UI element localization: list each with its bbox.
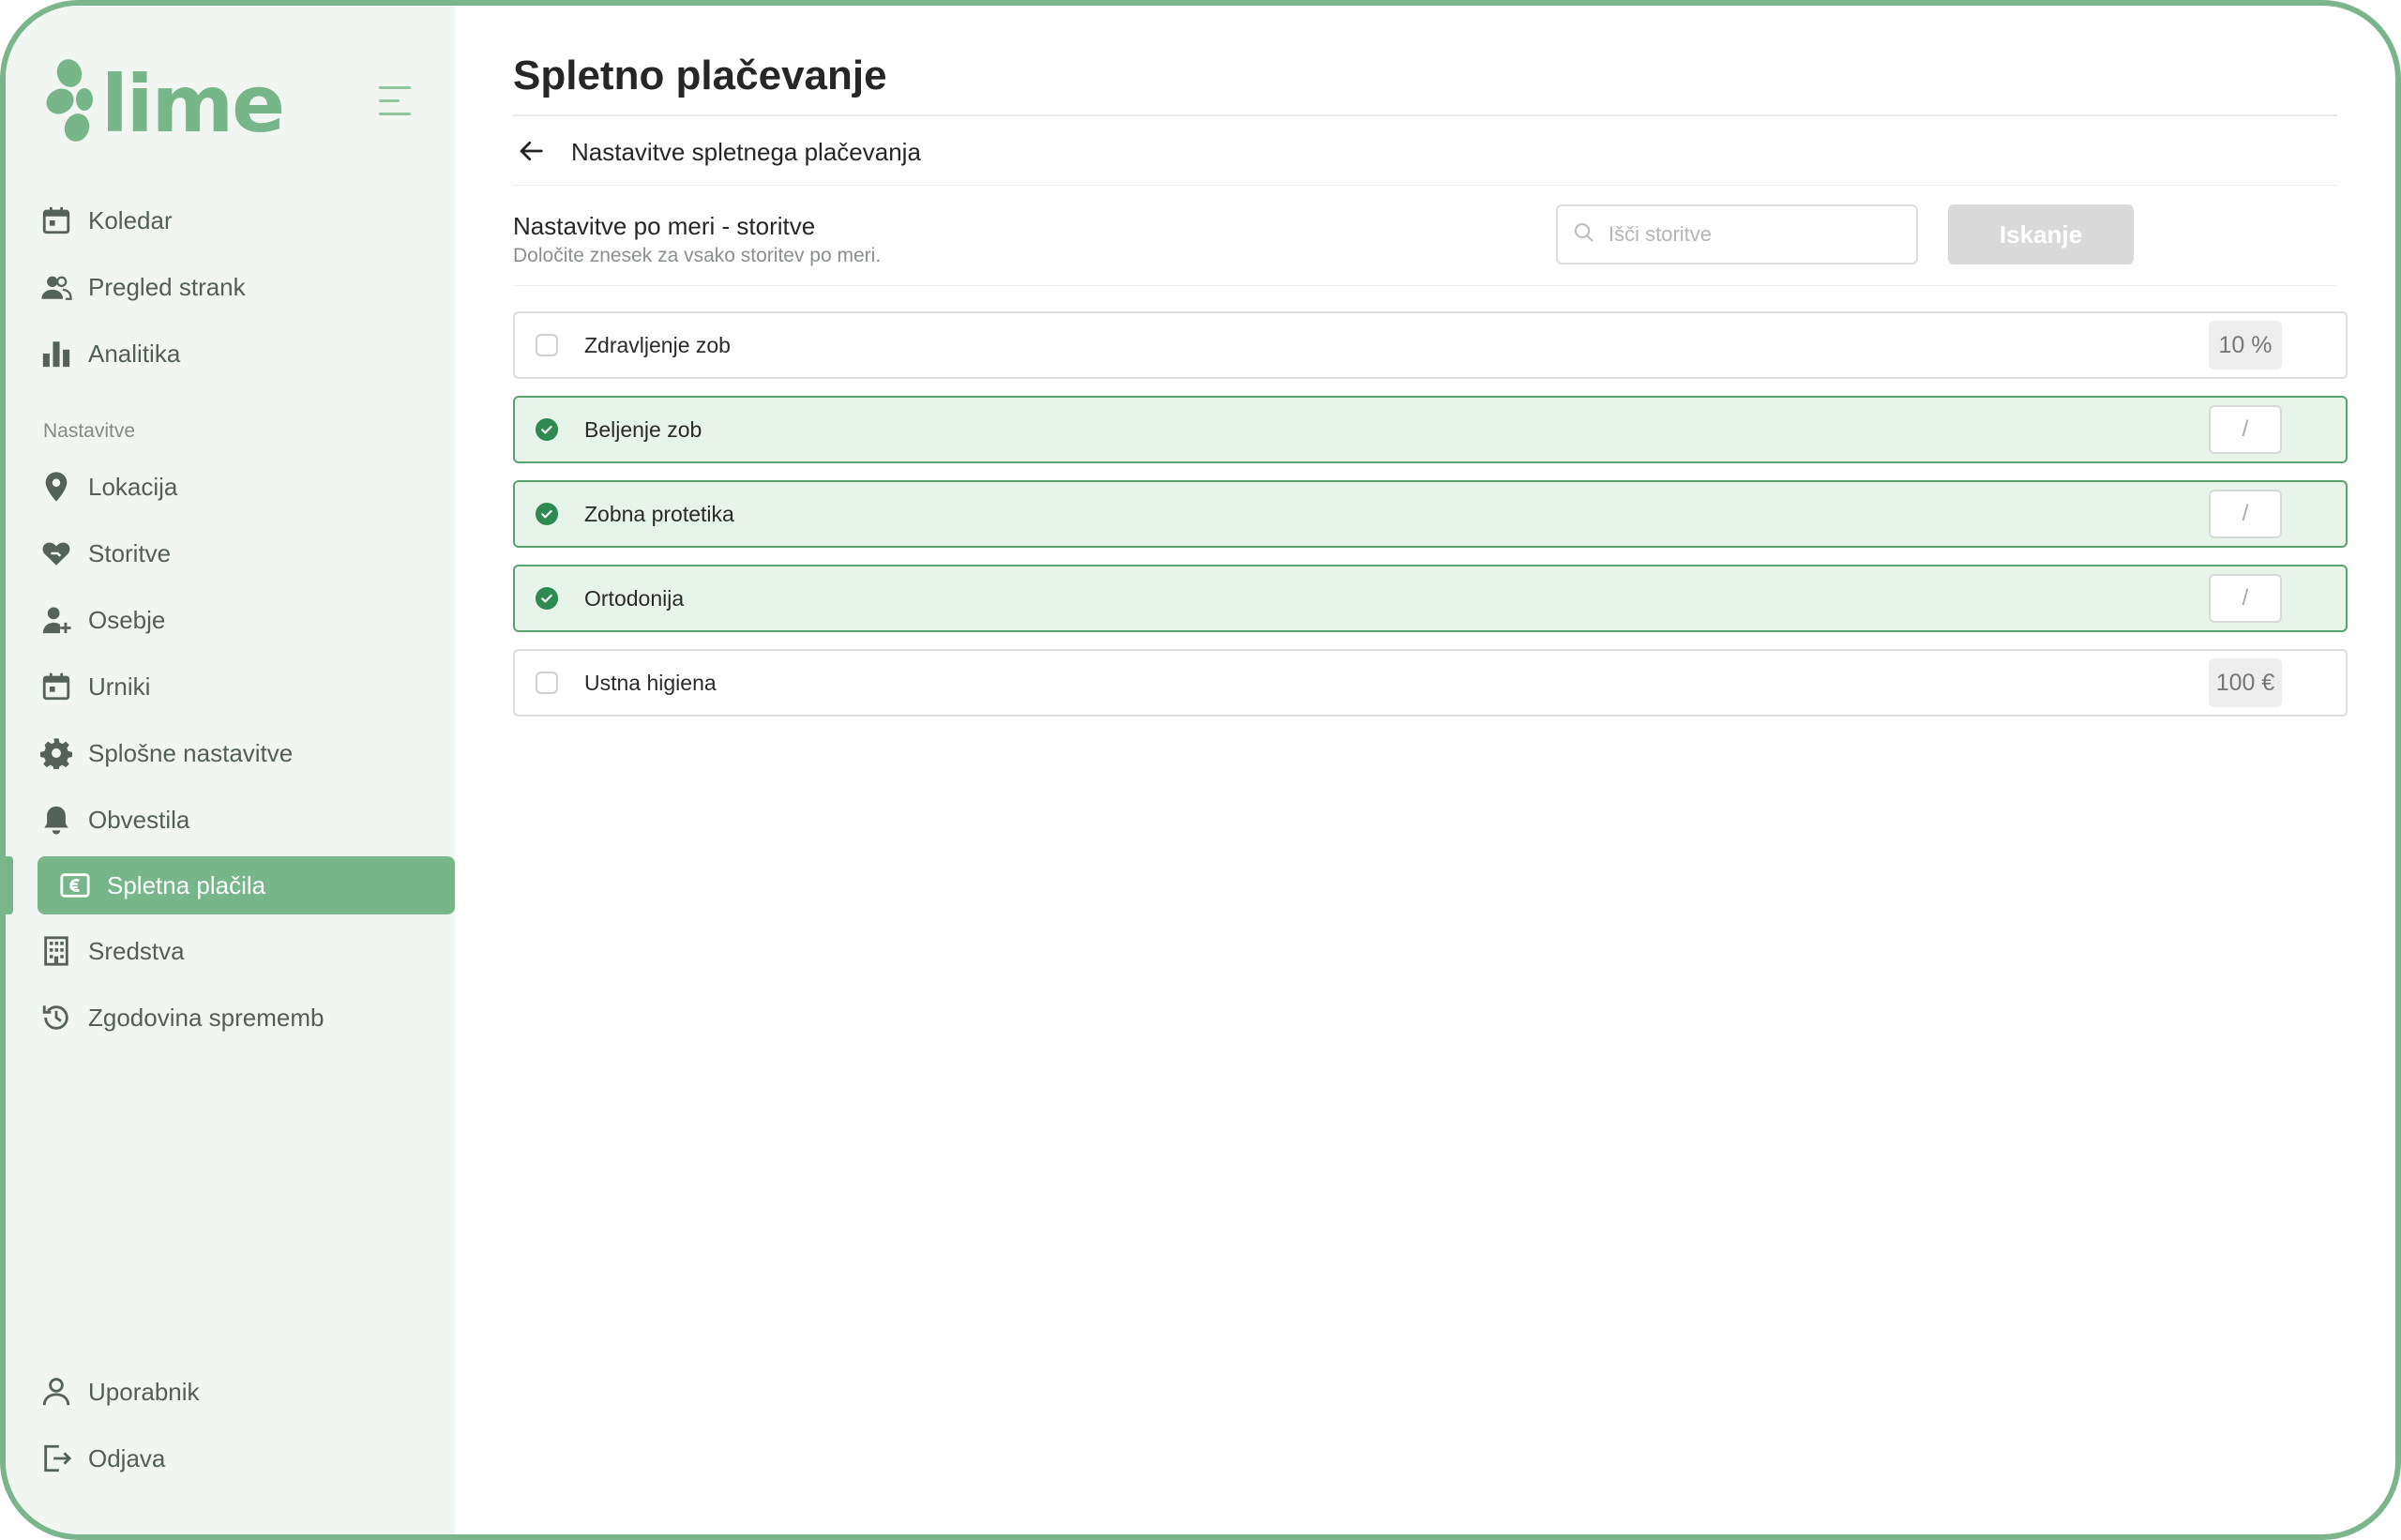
back-arrow-icon[interactable]	[513, 133, 549, 169]
service-row-ortodonija[interactable]: Ortodonija /	[513, 565, 2348, 632]
user-icon	[38, 1373, 75, 1411]
sidebar-item-osebje[interactable]: Osebje	[38, 591, 455, 649]
check-icon	[541, 594, 552, 603]
sidebar-item-label: Sredstva	[88, 936, 185, 965]
search-icon	[1573, 221, 1595, 249]
checkbox[interactable]	[536, 334, 558, 356]
service-amount-input[interactable]: /	[2209, 405, 2282, 454]
section-title: Nastavitve po meri - storitve	[513, 212, 816, 240]
sidebar-item-label: Splošne nastavitve	[88, 738, 294, 767]
sidebar-item-uporabnik[interactable]: Uporabnik	[38, 1363, 455, 1421]
search-button[interactable]: Iskanje	[1948, 204, 2134, 264]
logout-icon	[38, 1440, 75, 1477]
users-icon	[38, 268, 75, 306]
sidebar-item-spletna-placila[interactable]: Spletna plačila	[38, 856, 455, 914]
page-title: Spletno plačevanje	[513, 53, 887, 98]
divider	[513, 285, 2337, 286]
service-name: Ustna higiena	[584, 670, 717, 695]
logo-wordmark: lime	[101, 58, 283, 146]
sidebar-item-zgodovina-sprememb[interactable]: Zgodovina sprememb	[38, 989, 455, 1047]
checkbox-checked[interactable]	[536, 503, 558, 525]
divider	[513, 185, 2337, 186]
sidebar-item-label: Spletna plačila	[107, 870, 266, 899]
search-input[interactable]	[1608, 222, 1890, 247]
sidebar-item-urniki[interactable]: Urniki	[38, 657, 455, 716]
sidebar-item-analitika[interactable]: Analitika	[38, 325, 455, 383]
service-name: Ortodonija	[584, 585, 685, 611]
service-amount[interactable]: 10 %	[2209, 321, 2282, 370]
sidebar-item-label: Analitika	[88, 339, 181, 368]
service-row-beljenje-zob[interactable]: Beljenje zob /	[513, 396, 2348, 463]
service-amount-input[interactable]: /	[2209, 574, 2282, 623]
sidebar: lime Koledar Pregled strank Analitika Na…	[6, 6, 455, 1534]
sidebar-section-label: Nastavitve	[43, 420, 136, 442]
history-icon	[38, 999, 75, 1036]
heart-hand-icon	[38, 535, 75, 572]
gear-icon	[38, 734, 75, 772]
checkbox[interactable]	[536, 672, 558, 694]
sidebar-item-label: Pregled strank	[88, 272, 246, 301]
service-amount[interactable]: 100 €	[2209, 658, 2282, 707]
sidebar-item-storitve[interactable]: Storitve	[38, 524, 455, 582]
service-name: Beljenje zob	[584, 416, 702, 442]
service-row-ustna-higiena[interactable]: Ustna higiena 100 €	[513, 649, 2348, 717]
main-content: Spletno plačevanje Nastavitve spletnega …	[455, 6, 2395, 1534]
sidebar-item-label: Odjava	[88, 1443, 166, 1472]
sidebar-item-lokacija[interactable]: Lokacija	[38, 458, 455, 516]
search-field[interactable]	[1556, 204, 1918, 264]
sidebar-item-label: Obvestila	[88, 805, 190, 834]
calendar-icon	[38, 668, 75, 705]
user-plus-icon	[38, 601, 75, 639]
breadcrumb: Nastavitve spletnega plačevanja	[571, 138, 921, 166]
divider	[513, 114, 2337, 116]
sidebar-item-obvestila[interactable]: Obvestila	[38, 791, 455, 849]
active-indicator	[6, 856, 13, 914]
check-icon	[541, 425, 552, 434]
app-window: lime Koledar Pregled strank Analitika Na…	[0, 0, 2401, 1540]
sidebar-item-label: Lokacija	[88, 472, 178, 501]
bell-icon	[38, 801, 75, 838]
service-name: Zdravljenje zob	[584, 332, 731, 357]
building-icon	[38, 932, 75, 970]
sidebar-item-label: Koledar	[88, 205, 173, 234]
bar-chart-icon	[38, 335, 75, 372]
lime-logo[interactable]: lime	[43, 53, 287, 150]
service-amount-input[interactable]: /	[2209, 490, 2282, 538]
sidebar-item-label: Zgodovina sprememb	[88, 1003, 325, 1032]
calendar-icon	[38, 202, 75, 239]
sidebar-item-label: Urniki	[88, 672, 151, 701]
sidebar-item-pregled-strank[interactable]: Pregled strank	[38, 258, 455, 316]
checkbox-checked[interactable]	[536, 587, 558, 610]
euro-card-icon	[56, 867, 94, 904]
service-name: Zobna protetika	[584, 501, 734, 526]
sidebar-item-koledar[interactable]: Koledar	[38, 191, 455, 249]
check-icon	[541, 509, 552, 519]
section-subtitle: Določite znesek za vsako storitev po mer…	[513, 245, 882, 266]
sidebar-item-label: Uporabnik	[88, 1377, 200, 1406]
sidebar-item-sredstva[interactable]: Sredstva	[38, 922, 455, 980]
sidebar-item-label: Storitve	[88, 538, 172, 567]
sidebar-item-splosne-nastavitve[interactable]: Splošne nastavitve	[38, 724, 455, 782]
menu-toggle-icon[interactable]	[379, 86, 416, 118]
checkbox-checked[interactable]	[536, 418, 558, 441]
sidebar-item-label: Osebje	[88, 605, 166, 634]
service-row-zdravljenje-zob[interactable]: Zdravljenje zob 10 %	[513, 311, 2348, 379]
location-pin-icon	[38, 468, 75, 506]
service-row-zobna-protetika[interactable]: Zobna protetika /	[513, 480, 2348, 548]
sidebar-item-odjava[interactable]: Odjava	[38, 1429, 455, 1487]
